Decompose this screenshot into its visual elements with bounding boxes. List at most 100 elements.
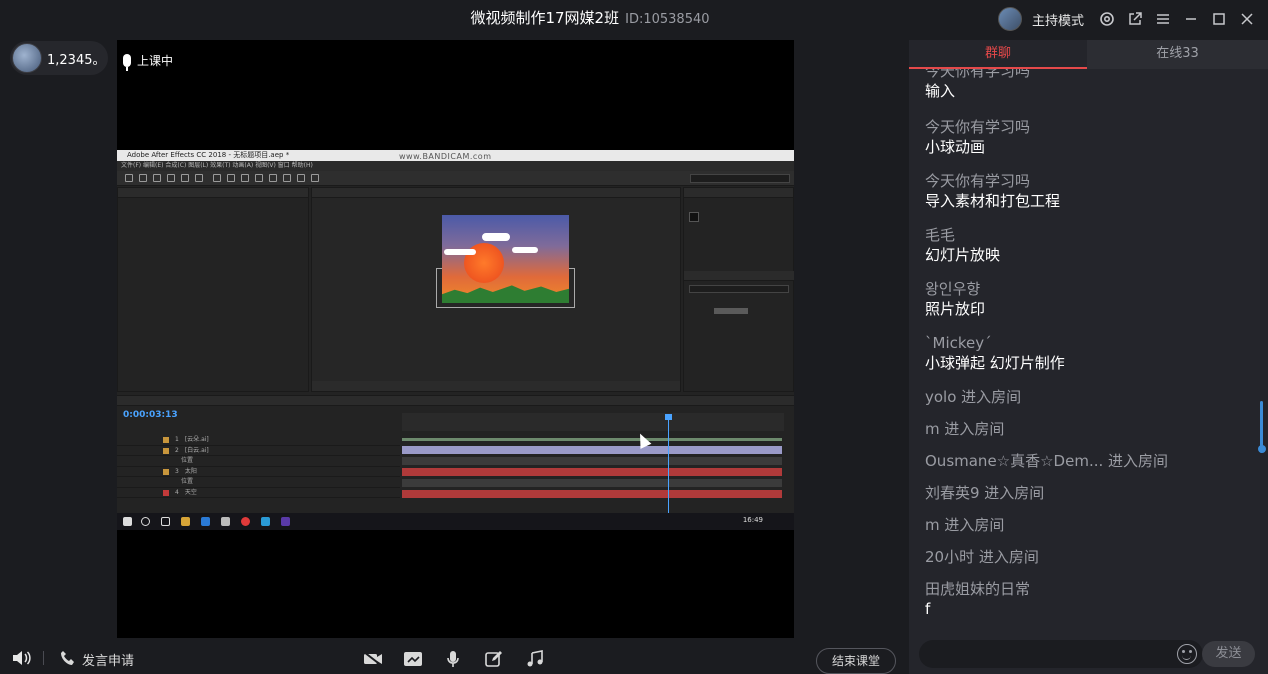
title-bar: 微视频制作17网媒2班 ID:10538540 主持模式: [0, 0, 1268, 38]
chat-sender-name: 今天你有学习吗: [925, 118, 1031, 136]
user-badge[interactable]: 1,2345。: [10, 41, 108, 75]
after-effects-icon: [281, 517, 290, 526]
timeline-layer-row: 1 [云朵.ai]: [117, 435, 400, 446]
layer-name: 位置: [181, 478, 194, 485]
tab-group-chat[interactable]: 群聊: [909, 40, 1087, 69]
user-avatar: [12, 43, 42, 73]
effects-panel-head: [684, 271, 794, 281]
timeline-layer-row: 2 [白云.ai]: [117, 446, 400, 456]
video-stage[interactable]: 上课中 Adobe After Effects CC 2018 - 无标题项目.…: [117, 40, 794, 638]
rotate-tool-icon: [167, 174, 175, 182]
emoji-icon[interactable]: [1177, 644, 1197, 664]
layer-number: 3: [175, 467, 179, 475]
timeline-layer-row: 4 天空: [117, 488, 400, 498]
divider: [43, 651, 44, 665]
timeline-layer-row: 3 太阳: [117, 467, 400, 477]
edge-icon: [201, 517, 210, 526]
track-bar: [402, 446, 782, 454]
timeline-layer-row: 位置: [117, 456, 400, 467]
layer-name: [云朵.ai]: [184, 436, 209, 443]
zoom-tool-icon: [153, 174, 161, 182]
layer-name: 太阳: [184, 467, 197, 475]
layer-list: 1 [云朵.ai] 2 [白云.ai] 位置 3 太阳 位置 4 天空: [117, 435, 400, 498]
maximize-icon[interactable]: [1210, 10, 1228, 28]
task-view-icon: [161, 517, 170, 526]
mic-icon: [123, 54, 131, 71]
title-bar-controls: 主持模式: [997, 6, 1256, 32]
viewer-footer: [312, 381, 680, 391]
music-icon[interactable]: [525, 650, 545, 668]
roto-tool-icon: [297, 174, 305, 182]
chat-join-notice: m 进入房间: [925, 420, 1005, 438]
settings-icon[interactable]: [1098, 10, 1116, 28]
ae-menu-bar: 文件(F) 编辑(E) 合成(C) 图层(L) 效果(T) 动画(A) 视图(V…: [117, 161, 794, 171]
layer-number: 4: [175, 488, 179, 496]
end-class-button[interactable]: 结束课堂: [816, 648, 896, 674]
timeline-panel: 0:00:03:13 1 [云朵.ai] 2 [白云.ai] 位置 3 太阳 位置 4 天空: [117, 395, 794, 514]
timeline-timecode: 0:00:03:13: [123, 410, 178, 420]
selection-tool-icon: [125, 174, 133, 182]
chat-message: 田虎姐妹的日常 f: [925, 579, 1030, 619]
chat-join-notice: yolo 进入房间: [925, 388, 1022, 406]
course-name: 微视频制作17网媒2班: [470, 9, 620, 27]
layer-number: 1: [175, 436, 179, 443]
host-avatar[interactable]: [997, 7, 1022, 31]
layer-color-swatch: [163, 437, 169, 443]
chat-join-notice: Ousmane☆真香☆Dem... 进入房间: [925, 452, 1169, 470]
track-bar: [402, 490, 782, 498]
chat-sender-name: 왕인우향: [925, 280, 981, 298]
store-icon: [221, 517, 230, 526]
chat-message-text: 幻灯片放映: [925, 246, 1001, 264]
explorer-icon: [181, 517, 190, 526]
search-icon: [141, 517, 150, 526]
classroom-app: 微视频制作17网媒2班 ID:10538540 主持模式 1,2345。 上课中…: [0, 0, 1268, 674]
chat-tabs: 群聊 在线33: [909, 40, 1268, 69]
pen-tool-icon: [227, 174, 235, 182]
chat-message-list[interactable]: 今天你有学习吗 输入 今天你有学习吗 小球动画 今天你有学习吗 导入素材和打包工程 毛毛 幻灯…: [909, 69, 1259, 637]
start-icon: [123, 517, 132, 526]
chat-message: 今天你有学习吗 小球动画: [925, 117, 1030, 157]
tab-online-users[interactable]: 在线33: [1087, 40, 1268, 69]
host-mode-label[interactable]: 主持模式: [1032, 10, 1084, 29]
camera-tool-icon: [181, 174, 189, 182]
speaker-icon[interactable]: [12, 649, 32, 667]
track-bar: [402, 438, 782, 441]
class-status: 上课中: [123, 52, 174, 71]
external-link-icon[interactable]: [1126, 10, 1144, 28]
chat-sender-name: `Mickey´: [925, 334, 992, 352]
ground-shape: [442, 285, 569, 303]
hand-tool-icon: [139, 174, 147, 182]
track-bar: [402, 479, 782, 487]
room-id: ID:10538540: [625, 12, 710, 27]
timeline-playhead: [665, 414, 672, 514]
screen-share-icon[interactable]: [403, 650, 423, 668]
windows-taskbar: 16:49: [117, 513, 794, 530]
close-icon[interactable]: [1238, 10, 1256, 28]
taskbar-clock: 16:49: [742, 516, 763, 524]
camera-off-icon[interactable]: [363, 650, 383, 668]
speak-request-button[interactable]: 发言申请: [82, 650, 134, 669]
chat-message: 毛毛 幻灯片放映: [925, 225, 1000, 265]
mask-tool-icon: [213, 174, 221, 182]
chat-message: `Mickey´ 小球弹起 幻灯片制作: [925, 333, 1065, 373]
minimize-icon[interactable]: [1182, 10, 1200, 28]
chat-scroll-handle[interactable]: [1258, 445, 1266, 453]
chat-join-notice: 刘春英9 进入房间: [925, 484, 1045, 502]
whiteboard-edit-icon[interactable]: [484, 650, 504, 668]
chat-input[interactable]: [919, 640, 1203, 668]
composition-viewer: [311, 187, 681, 392]
send-button[interactable]: 发送: [1202, 641, 1255, 667]
composition-frame: [442, 215, 569, 303]
viewer-head: [312, 188, 680, 198]
chat-message-text: f: [925, 600, 931, 618]
layer-number: 2: [175, 446, 179, 454]
recorder-icon: [241, 517, 250, 526]
track-bar: [402, 468, 782, 476]
menu-icon[interactable]: [1154, 10, 1172, 28]
class-status-label: 上课中: [137, 54, 174, 68]
puppet-tool-icon: [311, 174, 319, 182]
phone-icon[interactable]: [60, 650, 76, 666]
microphone-icon[interactable]: [443, 650, 463, 668]
track-bar: [402, 457, 782, 465]
timeline-layer-row: 位置: [117, 477, 400, 488]
